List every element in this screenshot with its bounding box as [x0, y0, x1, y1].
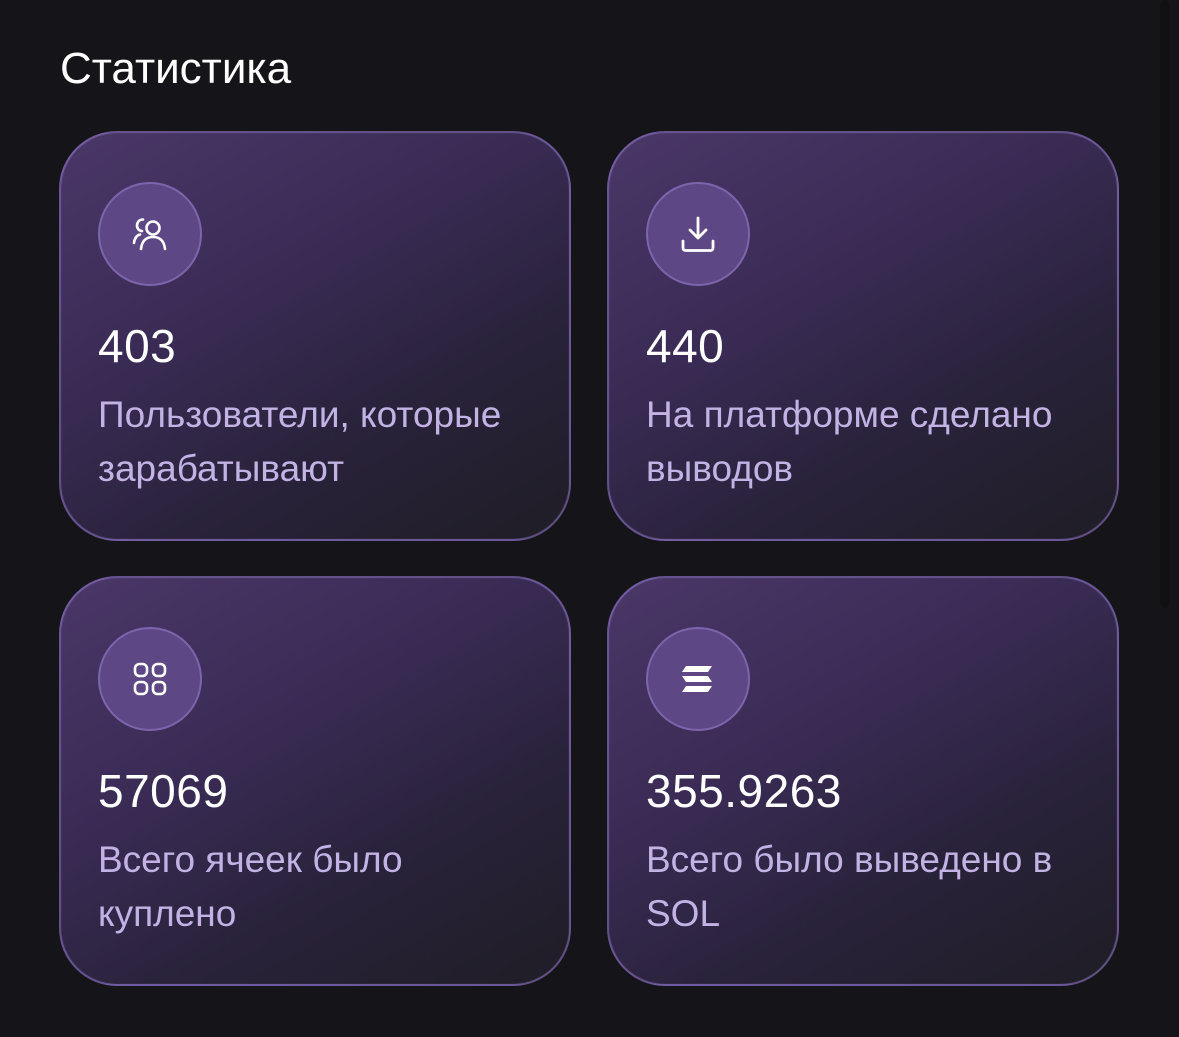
stat-value: 403 — [98, 320, 177, 372]
users-icon — [98, 182, 202, 286]
grid-icon — [98, 627, 202, 731]
section-title: Статистика — [60, 44, 292, 93]
stat-value: 57069 — [98, 765, 229, 817]
stat-card-withdrawals: 440 На платформе сделано выводов — [607, 131, 1119, 541]
solana-icon — [646, 627, 750, 731]
stat-card-sol: 355.9263 Всего было выведено в SOL — [607, 576, 1119, 986]
stat-value: 440 — [646, 320, 725, 372]
stat-value: 355.9263 — [646, 765, 842, 817]
stat-label: На платформе сделано выводов — [646, 394, 1053, 489]
stat-label: Всего было выведено в SOL — [646, 839, 1053, 934]
stat-card-users: 403 Пользователи, которые зарабатывают — [59, 131, 571, 541]
stat-label: Всего ячеек было куплено — [98, 839, 403, 934]
scrollbar[interactable] — [1160, 0, 1170, 608]
stat-card-cells: 57069 Всего ячеек было куплено — [59, 576, 571, 986]
download-icon — [646, 182, 750, 286]
stat-label: Пользователи, которые зарабатывают — [98, 394, 502, 489]
